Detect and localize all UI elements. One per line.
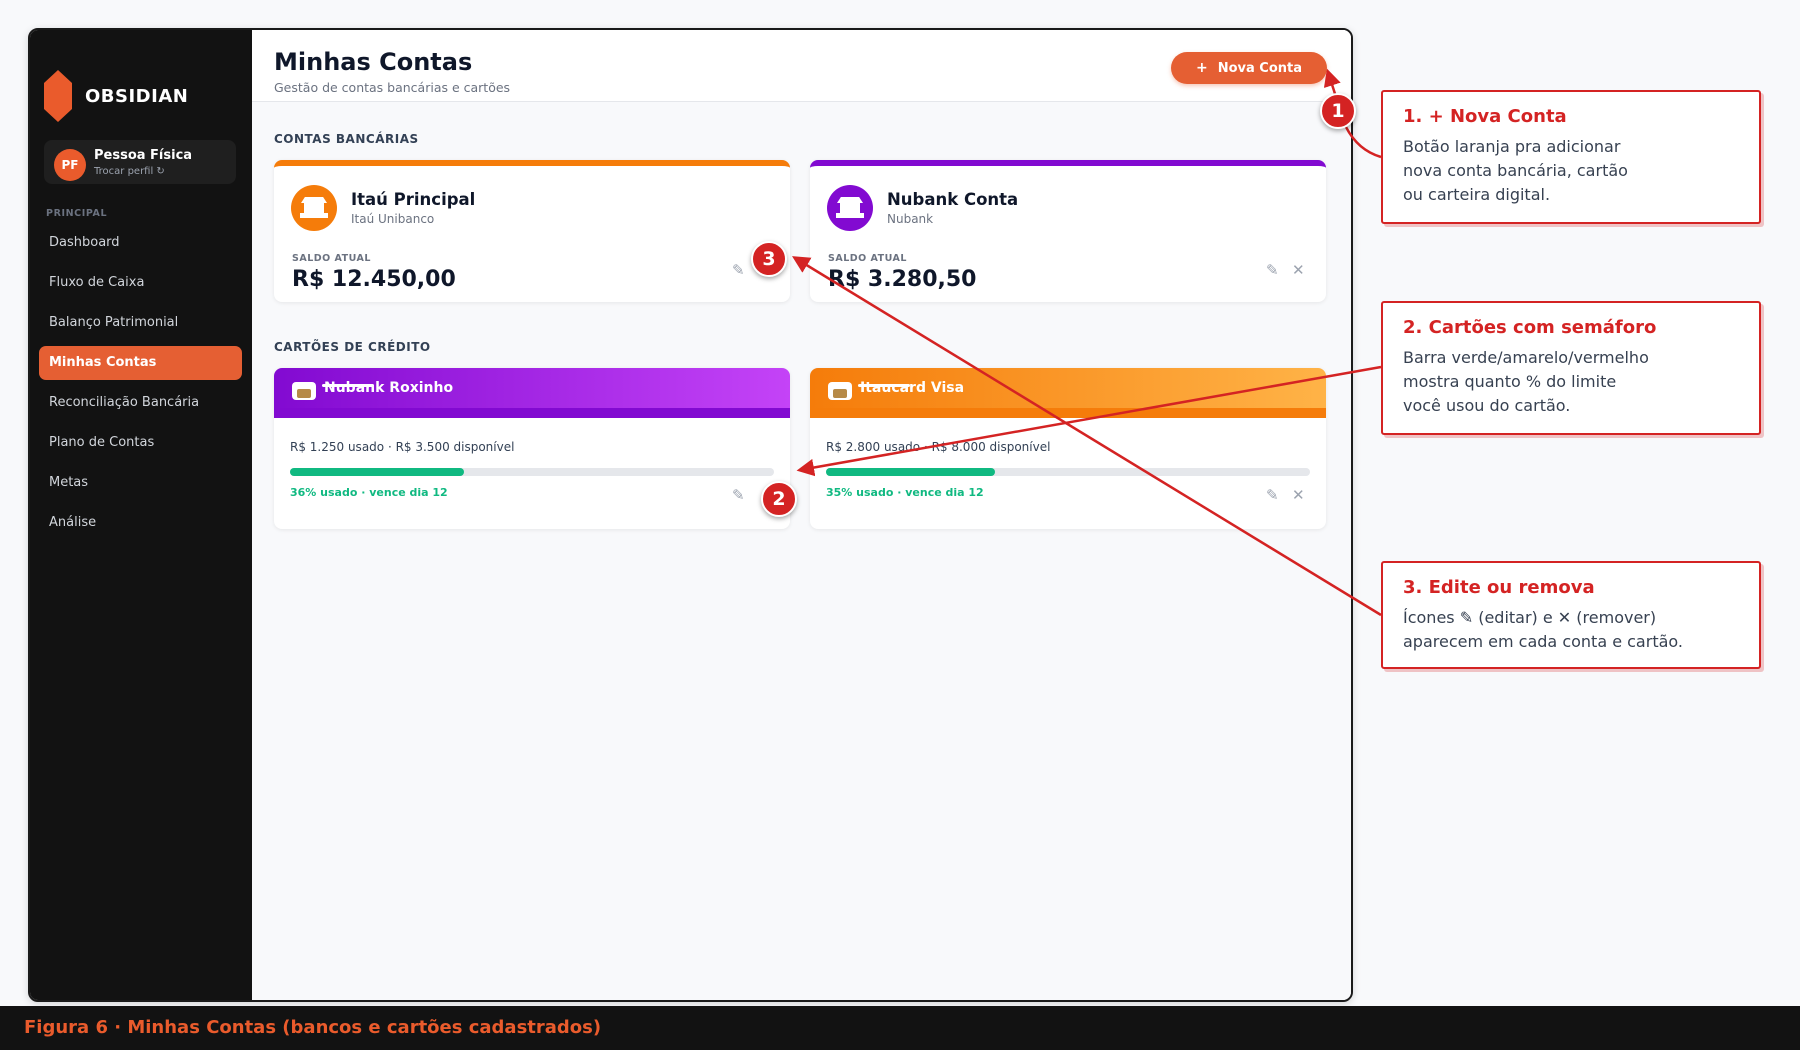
sidebar-item-dashboard[interactable]: Dashboard [39,226,242,260]
brand-logo[interactable]: OBSIDIAN [44,70,188,122]
sidebar-item-balanco-patrimonial[interactable]: Balanço Patrimonial [39,306,242,340]
sidebar-item-plano-de-contas[interactable]: Plano de Contas [39,426,242,460]
credit-card-name: Nubank Roxinho [324,380,454,396]
card-chip-icon [828,382,852,400]
annotation-callout-2: 2. Cartões com semáforo Barra verde/amar… [1381,301,1761,435]
edit-icon[interactable]: ✎ [732,486,745,504]
bank-accounts-section-title: CONTAS BANCÁRIAS [274,132,419,146]
annotation-marker-3: 3 [751,241,787,277]
bank-icon [827,185,873,231]
remove-icon[interactable]: ✕ [1292,486,1305,504]
balance-value: R$ 3.280,50 [828,267,977,292]
avatar: PF [54,149,86,181]
callout-title: 2. Cartões com semáforo [1403,317,1657,338]
bank-institution: Itaú Unibanco [351,212,435,226]
annotation-marker-2: 2 [761,481,797,517]
annotation-callout-1: 1. + Nova Conta Botão laranja pra adicio… [1381,90,1761,224]
figure-caption: Figura 6 · Minhas Contas (bancos e cartõ… [24,1017,602,1038]
usage-bar-fill [290,468,465,476]
usage-bar-track [290,468,774,476]
sidebar: OBSIDIAN PF Pessoa Física Trocar perfil … [30,30,252,1000]
plus-icon: + [1195,60,1208,76]
annotation-marker-1: 1 [1320,93,1356,129]
edit-icon[interactable]: ✎ [732,261,745,279]
credit-card-card[interactable]: Nubank Roxinho R$ 1.250 usado · R$ 3.500… [274,368,790,529]
credit-card-header: Nubank Roxinho [274,368,790,408]
sidebar-item-analise[interactable]: Análise [39,506,242,540]
page-title: Minhas Contas [274,48,473,76]
sidebar-item-minhas-contas[interactable]: Minhas Contas [39,346,242,380]
bank-institution: Nubank [887,212,934,226]
bank-account-card[interactable]: Itaú Principal Itaú Unibanco SALDO ATUAL… [274,160,790,302]
edit-icon[interactable]: ✎ [1266,486,1279,504]
credit-card-strip [810,408,1326,418]
switch-profile-link[interactable]: Trocar perfil ↻ [94,166,165,177]
callout-text: Botão laranja pra adicionar nova conta b… [1403,137,1628,204]
balance-label: SALDO ATUAL [292,253,371,264]
credit-card-strip [274,408,790,418]
card-chip-icon [292,382,316,400]
credit-card-card[interactable]: Itaucard Visa R$ 2.800 usado · R$ 8.000 … [810,368,1326,529]
usage-bar-fill [826,468,996,476]
sidebar-item-metas[interactable]: Metas [39,466,242,500]
profile-name: Pessoa Física [94,148,193,163]
callout-title: 1. + Nova Conta [1403,106,1567,127]
credit-card-name: Itaucard Visa [860,380,965,396]
page-header: Minhas Contas Gestão de contas bancárias… [252,30,1351,102]
credit-card-usage: R$ 2.800 usado · R$ 8.000 disponível [826,440,1051,454]
sidebar-item-fluxo-de-caixa[interactable]: Fluxo de Caixa [39,266,242,300]
app-window: OBSIDIAN PF Pessoa Física Trocar perfil … [28,28,1353,1002]
bank-account-name: Itaú Principal [351,190,476,209]
remove-icon[interactable]: ✕ [1292,261,1305,279]
main-content: Minhas Contas Gestão de contas bancárias… [252,30,1351,1000]
callout-title: 3. Edite ou remova [1403,577,1595,598]
new-account-button[interactable]: + Nova Conta [1171,52,1327,84]
edit-icon[interactable]: ✎ [1266,261,1279,279]
profile-switcher[interactable]: PF Pessoa Física Trocar perfil ↻ [44,140,236,184]
figure-caption-bar: Figura 6 · Minhas Contas (bancos e cartõ… [0,1006,1800,1050]
brand-name: OBSIDIAN [85,85,189,107]
callout-text: Barra verde/amarelo/vermelho mostra quan… [1403,348,1649,415]
usage-bar-track [826,468,1310,476]
callout-text: Ícones ✎ (editar) e ✕ (remover) aparecem… [1403,608,1683,651]
credit-card-usage: R$ 1.250 usado · R$ 3.500 disponível [290,440,515,454]
balance-value: R$ 12.450,00 [292,267,456,292]
bank-icon [291,185,337,231]
annotation-callout-3: 3. Edite ou remova Ícones ✎ (editar) e ✕… [1381,561,1761,669]
credit-cards-section-title: CARTÕES DE CRÉDITO [274,340,431,354]
sidebar-item-reconciliacao-bancaria[interactable]: Reconciliação Bancária [39,386,242,420]
credit-card-status: 35% usado · vence dia 12 [826,486,984,499]
balance-label: SALDO ATUAL [828,253,907,264]
nav-section-label: PRINCIPAL [46,208,108,219]
obsidian-gem-icon [44,70,72,122]
page-subtitle: Gestão de contas bancárias e cartões [274,80,511,95]
bank-account-name: Nubank Conta [887,190,1019,209]
new-account-label: Nova Conta [1217,60,1303,76]
bank-account-card[interactable]: Nubank Conta Nubank SALDO ATUAL R$ 3.280… [810,160,1326,302]
credit-card-status: 36% usado · vence dia 12 [290,486,448,499]
credit-card-header: Itaucard Visa [810,368,1326,408]
